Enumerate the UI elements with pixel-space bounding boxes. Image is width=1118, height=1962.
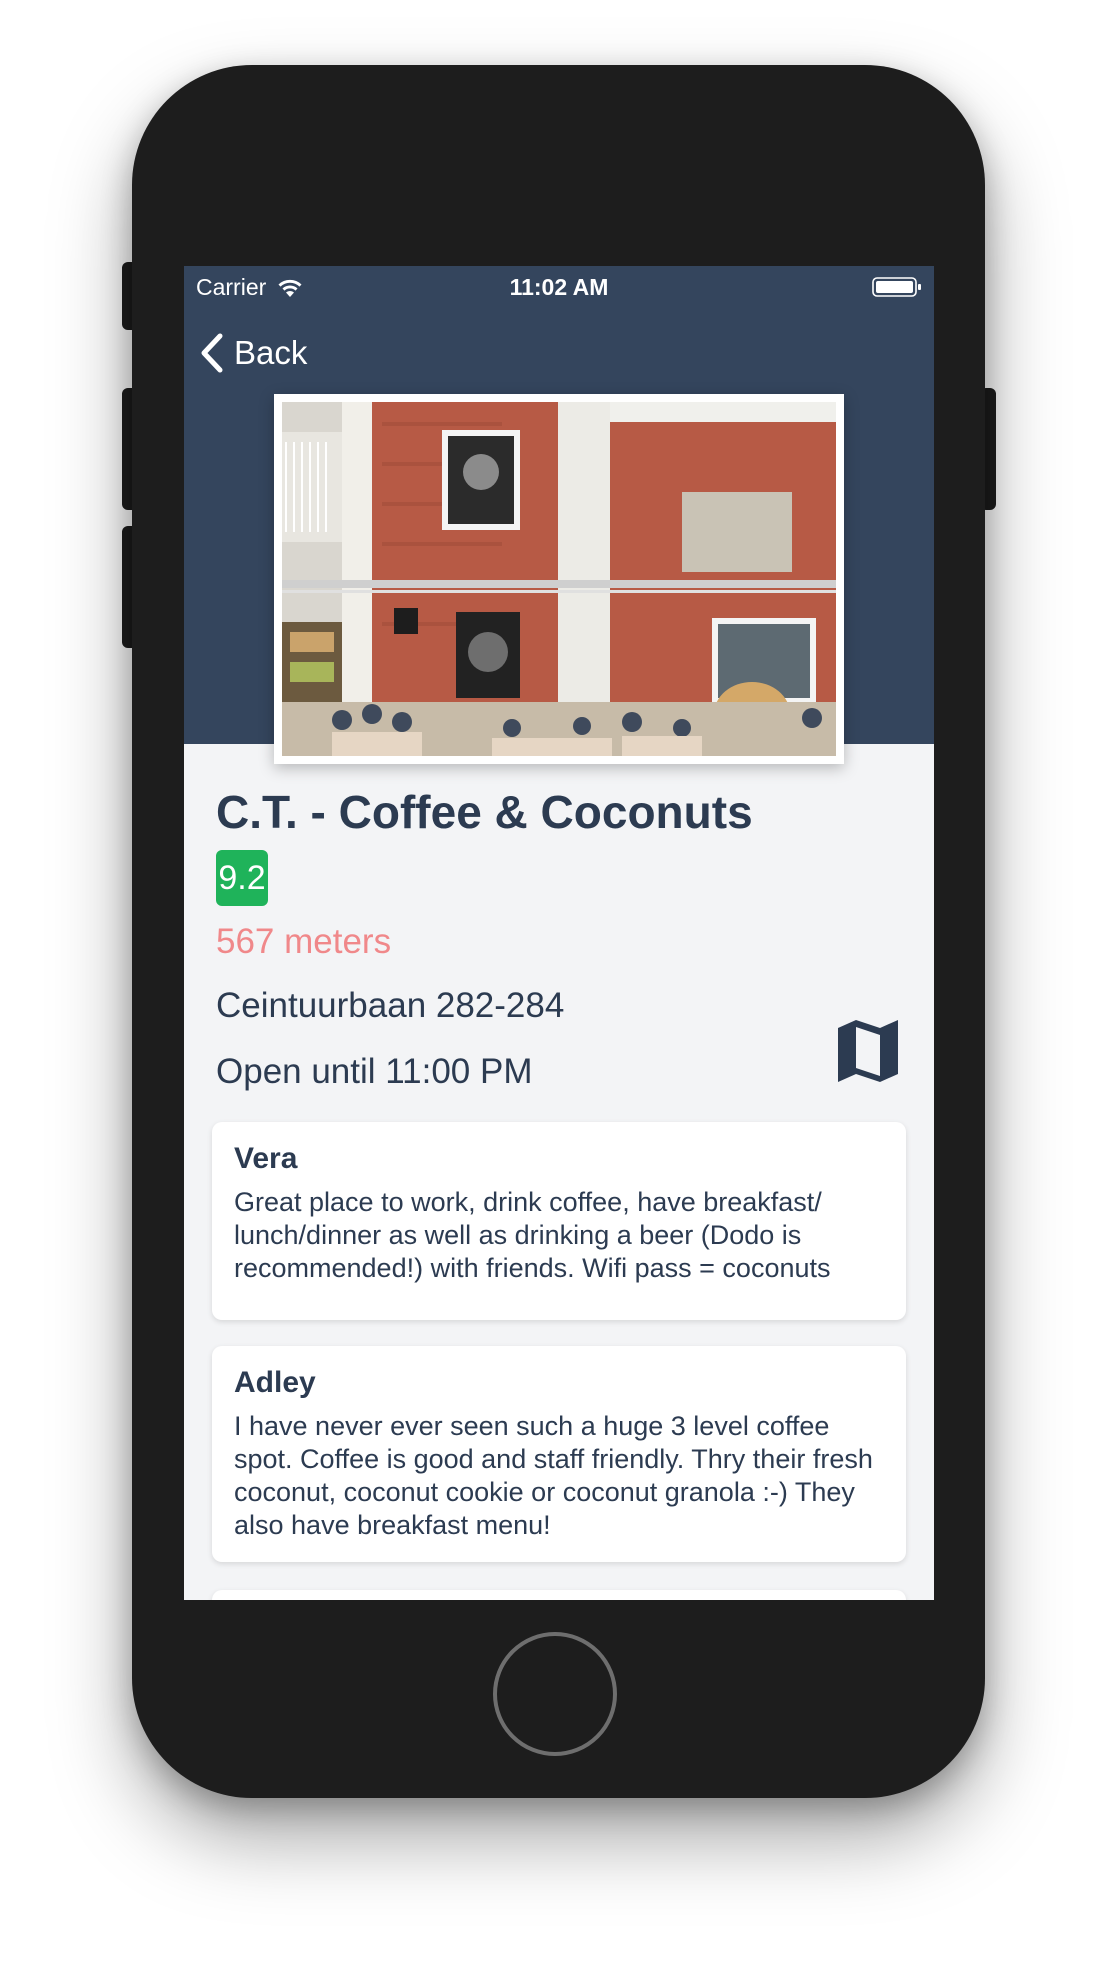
review-author: Vera — [234, 1142, 298, 1175]
review-text: I have never ever seen such a huge 3 lev… — [234, 1411, 873, 1540]
venue-photo-frame — [274, 394, 844, 764]
home-button[interactable] — [493, 1632, 617, 1756]
cafe-photo — [282, 402, 836, 756]
battery-icon — [872, 277, 921, 297]
review-card[interactable]: Adley I have never ever seen such a huge… — [212, 1346, 906, 1562]
chevron-left-icon — [201, 333, 223, 373]
venue-address: Ceintuurbaan 282-284 — [216, 986, 565, 1025]
back-button[interactable]: Back — [200, 328, 307, 378]
venue-title: C.T. - Coffee & Coconuts — [216, 786, 753, 838]
back-label: Back — [234, 334, 308, 371]
review-author: Adley — [234, 1366, 316, 1399]
app-screen: Carrier 11:02 AM Back C.T. - Coffee & Co… — [184, 266, 934, 1600]
map-icon[interactable] — [834, 1018, 902, 1084]
review-card[interactable] — [212, 1590, 906, 1600]
cafe-photo-illustration — [282, 402, 836, 756]
venue-distance: 567 meters — [216, 922, 392, 961]
venue-hours: Open until 11:00 PM — [216, 1052, 533, 1091]
rating-badge: 9.2 — [216, 850, 268, 906]
review-text: Great place to work, drink coffee, have … — [234, 1187, 831, 1283]
venue-details: C.T. - Coffee & Coconuts 9.2 567 meters … — [216, 784, 906, 1094]
status-time: 11:02 AM — [509, 274, 609, 300]
status-bar: Carrier 11:02 AM — [184, 266, 934, 306]
review-card[interactable]: Vera Great place to work, drink coffee, … — [212, 1122, 906, 1320]
